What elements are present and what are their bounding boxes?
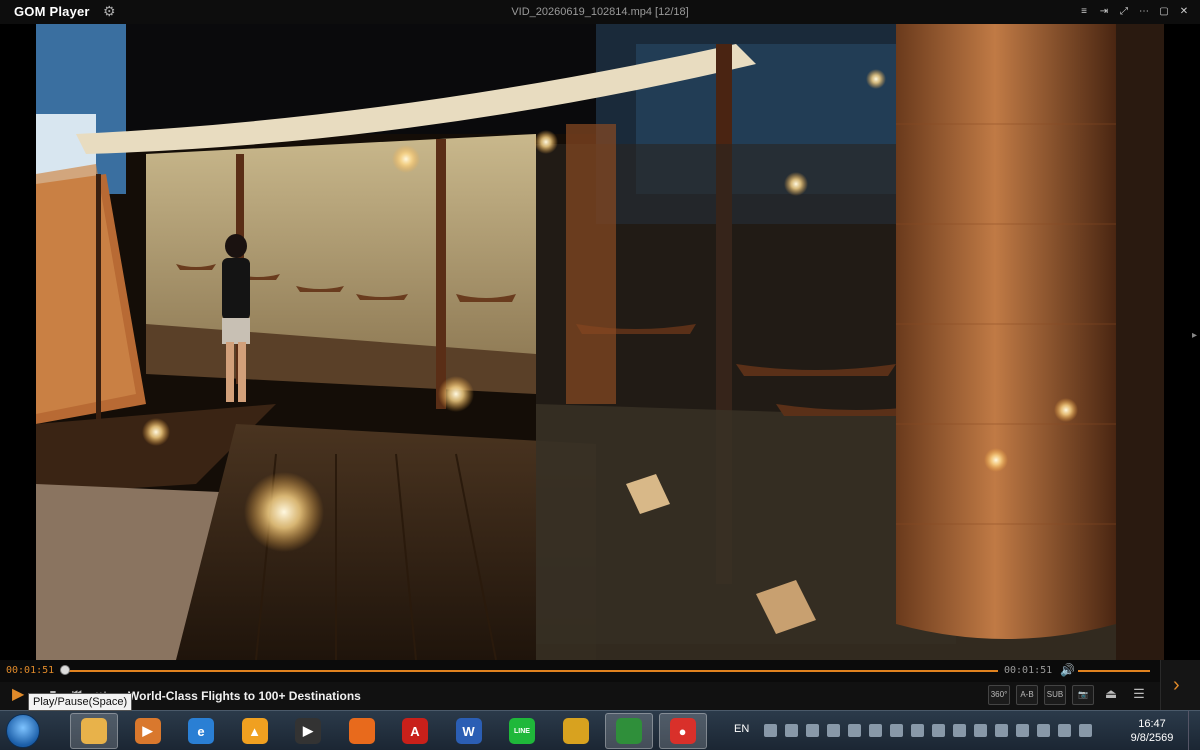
taskbar-app-firefox[interactable] bbox=[338, 713, 386, 749]
windows-taskbar: ▶ e ▲ ▶ A W LINE ● EN 16:47 9/8/2569 bbox=[0, 710, 1200, 750]
taskbar-app-word[interactable]: W bbox=[445, 713, 493, 749]
taskbar-app-file-explorer[interactable] bbox=[70, 713, 118, 749]
tray-icon-15[interactable] bbox=[1079, 724, 1092, 737]
taskbar-app-acrobat[interactable]: A bbox=[391, 713, 439, 749]
seek-handle[interactable] bbox=[60, 665, 70, 675]
volume-level bbox=[1078, 670, 1150, 672]
file-explorer-icon bbox=[81, 718, 107, 744]
taskbar-app-media-player[interactable]: ▶ bbox=[124, 713, 172, 749]
next-panel-button[interactable]: › bbox=[1160, 660, 1200, 710]
tray-icon-7[interactable] bbox=[911, 724, 924, 737]
clock[interactable]: 16:47 9/8/2569 bbox=[1122, 717, 1182, 745]
seek-row: 00:01:51 00:01:51 🔊 bbox=[0, 660, 1160, 682]
gear-icon[interactable]: ⚙ bbox=[103, 3, 117, 19]
tray-icon-0[interactable] bbox=[764, 724, 777, 737]
volume-slider[interactable] bbox=[1078, 670, 1150, 672]
playlist-icon[interactable]: ≡ bbox=[1074, 3, 1094, 21]
chevron-right-icon: › bbox=[1173, 674, 1180, 696]
word-icon: W bbox=[455, 718, 482, 744]
taskbar-app-internet-explorer[interactable]: e bbox=[177, 713, 225, 749]
letterbox-left bbox=[0, 24, 36, 660]
taskbar-app-chrome[interactable] bbox=[552, 713, 600, 749]
tray-icon-8[interactable] bbox=[932, 724, 945, 737]
taskbar-app-gom-cam[interactable]: ● bbox=[658, 713, 707, 749]
control-row: ▶ ■ ⏮ ⏭ World-Class Flights to 100+ Dest… bbox=[0, 682, 1160, 710]
total-time: 00:01:51 bbox=[1004, 665, 1053, 676]
taskbar-app-chrome-2[interactable] bbox=[605, 713, 653, 749]
play-icon[interactable]: ▶ bbox=[12, 686, 28, 704]
eject-icon[interactable]: ⏏ bbox=[1100, 685, 1122, 705]
tray-icon-6[interactable] bbox=[890, 724, 903, 737]
tray-icon-4[interactable] bbox=[848, 724, 861, 737]
window-controls: ≡ ⇥ ⤢ ⋯ ▢ ✕ bbox=[1074, 3, 1194, 21]
acrobat-icon: A bbox=[402, 718, 428, 744]
tray-icon-9[interactable] bbox=[953, 724, 966, 737]
side-panel-handle-icon[interactable]: ▸ bbox=[1192, 330, 1198, 354]
subtitle-icon[interactable]: SUB bbox=[1044, 685, 1066, 705]
tray-icon-2[interactable] bbox=[806, 724, 819, 737]
current-time: 00:01:51 bbox=[6, 665, 55, 676]
tray-icon-3[interactable] bbox=[827, 724, 840, 737]
tray-icon-13[interactable] bbox=[1037, 724, 1050, 737]
app-brand: GOM Player bbox=[14, 4, 90, 19]
firefox-icon bbox=[348, 718, 375, 744]
system-tray: EN 16:47 9/8/2569 bbox=[730, 711, 1200, 750]
tray-icon-1[interactable] bbox=[785, 724, 798, 737]
ad-ticker[interactable]: World-Class Flights to 100+ Destinations bbox=[128, 689, 361, 703]
chrome-2-icon bbox=[616, 718, 642, 744]
gom-cam-icon: ● bbox=[669, 718, 696, 744]
tray-icon-12[interactable] bbox=[1016, 724, 1029, 737]
tray-icon-10[interactable] bbox=[974, 724, 987, 737]
play-pause-tooltip: Play/Pause(Space) bbox=[28, 693, 133, 711]
gom-player-window: GOM Player ⚙ VID_20260619_102814.mp4 [12… bbox=[0, 0, 1200, 750]
tray-icon-14[interactable] bbox=[1058, 724, 1071, 737]
chrome-icon bbox=[562, 718, 589, 744]
clock-time: 16:47 bbox=[1138, 718, 1166, 730]
start-button[interactable] bbox=[6, 714, 40, 748]
minimize-icon[interactable]: ⋯ bbox=[1134, 3, 1154, 21]
fullscreen-icon[interactable]: ⤢ bbox=[1114, 3, 1134, 21]
tray-icons bbox=[764, 724, 1092, 737]
show-desktop-button[interactable] bbox=[1188, 711, 1200, 750]
video-frame[interactable] bbox=[36, 24, 1164, 660]
language-indicator[interactable]: EN bbox=[734, 723, 749, 735]
360-icon[interactable]: 360° bbox=[988, 685, 1010, 705]
clock-date: 9/8/2569 bbox=[1130, 732, 1174, 744]
media-player-icon: ▶ bbox=[134, 718, 161, 744]
taskbar-app-aimp[interactable]: ▲ bbox=[231, 713, 279, 749]
taskbar-app-line[interactable]: LINE bbox=[498, 713, 546, 749]
internet-explorer-icon: e bbox=[188, 718, 214, 744]
line-icon: LINE bbox=[509, 718, 535, 744]
video-scene bbox=[36, 24, 1164, 660]
seek-bar[interactable] bbox=[62, 670, 998, 672]
title-bar: GOM Player ⚙ VID_20260619_102814.mp4 [12… bbox=[0, 0, 1200, 24]
menu-icon[interactable]: ☰ bbox=[1128, 685, 1150, 705]
ab-repeat-icon[interactable]: A-B bbox=[1016, 685, 1038, 705]
file-title: VID_20260619_102814.mp4 [12/18] bbox=[511, 6, 689, 18]
control-icons: 360° A-B SUB 📷 ⏏ ☰ bbox=[988, 685, 1150, 707]
taskbar-app-gom-player[interactable]: ▶ bbox=[284, 713, 332, 749]
aimp-icon: ▲ bbox=[241, 718, 268, 744]
gom-player-icon: ▶ bbox=[295, 718, 321, 744]
speaker-icon[interactable]: 🔊 bbox=[1060, 663, 1075, 679]
tray-icon-5[interactable] bbox=[869, 724, 882, 737]
capture-icon[interactable]: 📷 bbox=[1072, 685, 1094, 705]
tray-icon-11[interactable] bbox=[995, 724, 1008, 737]
pin-icon[interactable]: ⇥ bbox=[1094, 3, 1114, 21]
maximize-icon[interactable]: ▢ bbox=[1154, 3, 1174, 21]
close-icon[interactable]: ✕ bbox=[1174, 3, 1194, 21]
